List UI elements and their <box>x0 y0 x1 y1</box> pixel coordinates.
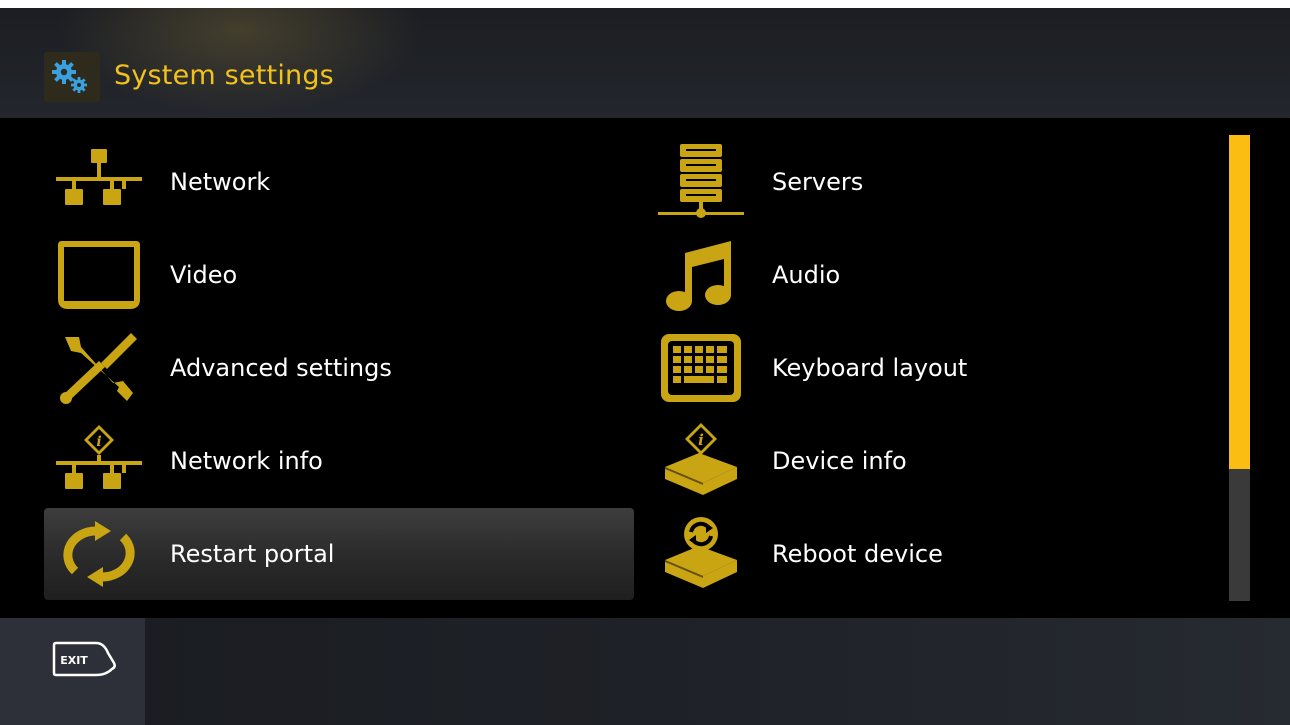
footer-bar: EXIT <box>0 618 1290 725</box>
menu-item-audio[interactable]: Audio <box>646 229 1236 321</box>
keyboard-icon <box>646 322 756 414</box>
reboot-device-icon <box>646 508 756 600</box>
menu-item-video[interactable]: Video <box>44 229 634 321</box>
svg-text:i: i <box>698 431 704 449</box>
wrench-screwdriver-icon <box>44 322 154 414</box>
menu-item-restart-portal[interactable]: Restart portal <box>44 508 634 600</box>
menu-item-advanced-settings[interactable]: Advanced settings <box>44 322 634 414</box>
menu-item-label: Restart portal <box>170 540 335 568</box>
menu-item-label: Audio <box>772 261 841 289</box>
exit-key-icon: EXIT <box>52 641 116 677</box>
svg-text:i: i <box>96 434 101 450</box>
menu-item-label: Network <box>170 168 271 196</box>
exit-label: EXIT <box>60 654 88 667</box>
header-bar: System settings <box>0 0 1290 118</box>
menu-item-device-info[interactable]: i Device info <box>646 415 1236 507</box>
device-info-icon: i <box>646 415 756 507</box>
settings-menu: Network Video Advanced settings i Networ… <box>0 118 1290 618</box>
menu-item-label: Network info <box>170 447 323 475</box>
gears-icon <box>44 52 100 102</box>
restart-arrows-icon <box>44 508 154 600</box>
network-icon <box>44 136 154 228</box>
music-note-icon <box>646 229 756 321</box>
menu-item-label: Reboot device <box>772 540 943 568</box>
scrollbar[interactable] <box>1229 135 1250 601</box>
monitor-icon <box>44 229 154 321</box>
top-strip <box>0 0 1290 8</box>
server-icon <box>646 136 756 228</box>
menu-item-reboot-device[interactable]: Reboot device <box>646 508 1236 600</box>
menu-item-label: Advanced settings <box>170 354 392 382</box>
menu-item-label: Video <box>170 261 238 289</box>
menu-item-label: Servers <box>772 168 864 196</box>
menu-item-label: Device info <box>772 447 907 475</box>
menu-item-network[interactable]: Network <box>44 136 634 228</box>
menu-item-network-info[interactable]: i Network info <box>44 415 634 507</box>
menu-item-servers[interactable]: Servers <box>646 136 1236 228</box>
scrollbar-thumb[interactable] <box>1229 135 1250 469</box>
page-title: System settings <box>114 60 334 91</box>
menu-item-label: Keyboard layout <box>772 354 968 382</box>
exit-button[interactable]: EXIT <box>0 618 145 725</box>
network-info-icon: i <box>44 415 154 507</box>
menu-item-keyboard-layout[interactable]: Keyboard layout <box>646 322 1236 414</box>
